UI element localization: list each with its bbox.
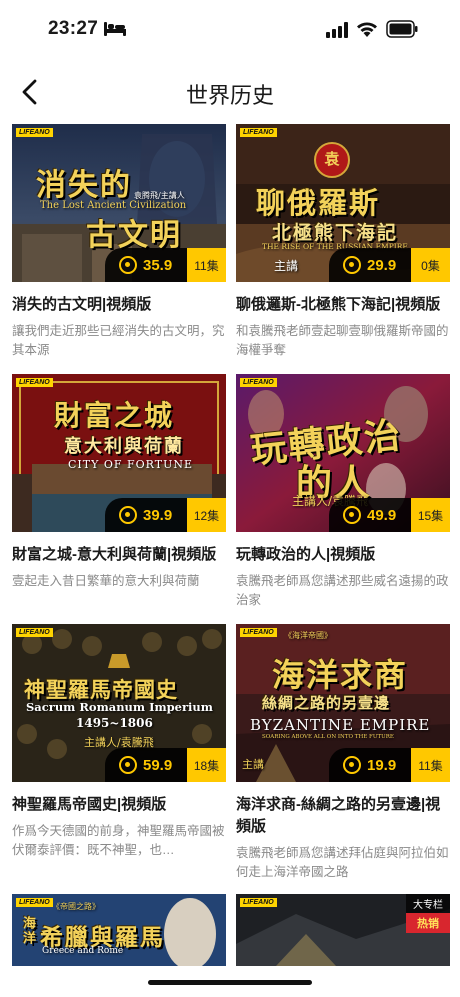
- course-cover[interactable]: LIFEANO 消失的 袁腾飛/主講人 The Lost Ancient Civ…: [12, 124, 226, 282]
- coin-icon: [119, 256, 137, 274]
- price-pill: 59.9: [105, 748, 187, 782]
- promo-hot-label: 热销: [406, 913, 450, 933]
- course-title[interactable]: 海洋求商-絲綢之路的另壹邊|視頻版: [236, 794, 450, 838]
- price: 49.9: [367, 506, 397, 524]
- cover-title-line1: 聊俄羅斯: [256, 186, 381, 220]
- course-cover[interactable]: LIFEANO 玩轉政治 的人 主講人/袁騰飛 49.9 15集: [236, 374, 450, 532]
- course-cover[interactable]: LIFEANO 《帝國之路》 海洋 希臘與羅馬 Greece and Rome: [12, 894, 226, 966]
- course-card[interactable]: LIFEANO 《帝國之路》 海洋 希臘與羅馬 Greece and Rome: [12, 894, 226, 966]
- price-pill: 39.9: [105, 498, 187, 532]
- price: 59.9: [143, 756, 173, 774]
- course-cover[interactable]: LIFEANO 《海洋帝國》 海洋求商 絲綢之路的另壹邊 BYZANTINE E…: [236, 624, 450, 782]
- course-title[interactable]: 玩轉政治的人|視頻版: [236, 544, 450, 566]
- cover-years: 1495~1806: [76, 716, 153, 730]
- course-description: 袁騰飛老師爲您講述拜佔庭與阿拉伯如何走上海洋帝國之路: [236, 846, 449, 879]
- cover-emblem: 袁: [324, 150, 340, 168]
- episode-count: 0集: [411, 248, 450, 282]
- cover-title-line2: 北極熊下海記: [272, 222, 399, 244]
- brand-logo: LIFEANO: [16, 378, 53, 387]
- coin-icon: [119, 506, 137, 524]
- course-card[interactable]: LIFEANO 神聖羅馬帝國史 Sacrum Romanum Imperium …: [12, 624, 226, 860]
- cover-tag: 《海洋帝國》: [284, 631, 332, 640]
- price-pill: 35.9: [105, 248, 187, 282]
- cover-title-line2: 意大利與荷蘭: [64, 436, 184, 457]
- hot-sale-tag: 大专栏 热销: [406, 894, 450, 933]
- course-title[interactable]: 消失的古文明|視頻版: [12, 294, 226, 316]
- episode-count: 11集: [411, 748, 450, 782]
- course-card[interactable]: LIFEANO 《海洋帝國》 海洋求商 絲綢之路的另壹邊 BYZANTINE E…: [236, 624, 450, 882]
- header: 世界历史: [0, 62, 460, 122]
- course-cover[interactable]: LIFEANO 財富之城 意大利與荷蘭 CITY OF FORTUNE 39.9…: [12, 374, 226, 532]
- cover-title-line1: 消失的: [36, 168, 132, 203]
- course-description: 和袁騰飛老師壹起聊壹聊俄羅斯帝國的海權爭奪: [236, 324, 449, 357]
- course-card[interactable]: LIFEANO 大专栏 热销: [236, 894, 450, 966]
- wifi-icon: [357, 22, 377, 37]
- brand-logo: LIFEANO: [240, 628, 277, 637]
- cover-title-line1: 海洋求商: [272, 656, 409, 694]
- episode-count: 15集: [411, 498, 450, 532]
- status-time: 23:27: [48, 18, 99, 39]
- course-title[interactable]: 財富之城-意大利與荷蘭|視頻版: [12, 544, 226, 566]
- coin-icon: [119, 756, 137, 774]
- cover-subtitle-en: Greece and Rome: [42, 946, 124, 956]
- course-description: 作爲今天德國的前身，神聖羅馬帝國被伏爾泰評價：既不神聖，也…: [12, 824, 225, 857]
- sleep-mode-icon: [104, 22, 126, 36]
- status-bar: 23:27: [0, 0, 460, 60]
- price: 29.9: [367, 256, 397, 274]
- episode-count: 12集: [187, 498, 226, 532]
- episode-count: 11集: [187, 248, 226, 282]
- course-card[interactable]: LIFEANO 玩轉政治 的人 主講人/袁騰飛 49.9 15集 玩轉政治的人|…: [236, 374, 450, 610]
- page-title: 世界历史: [185, 83, 274, 108]
- home-indicator[interactable]: [148, 980, 312, 985]
- course-cover[interactable]: LIFEANO 袁 聊俄羅斯 北極熊下海記 THE RISE OF THE RU…: [236, 124, 450, 282]
- course-cover[interactable]: LIFEANO 神聖羅馬帝國史 Sacrum Romanum Imperium …: [12, 624, 226, 782]
- brand-logo: LIFEANO: [16, 898, 53, 907]
- cover-subtitle-en: CITY OF FORTUNE: [68, 458, 194, 471]
- cover-subtitle-en: Sacrum Romanum Imperium: [26, 700, 213, 714]
- price: 19.9: [367, 756, 397, 774]
- course-card[interactable]: LIFEANO 消失的 袁腾飛/主講人 The Lost Ancient Civ…: [12, 124, 226, 360]
- cover-tag: 《帝國之路》: [52, 902, 100, 911]
- battery-icon: [386, 20, 418, 38]
- course-card[interactable]: LIFEANO 財富之城 意大利與荷蘭 CITY OF FORTUNE 39.9…: [12, 374, 226, 591]
- cover-credit: 主講: [242, 758, 264, 771]
- cellular-signal-icon: [326, 22, 348, 38]
- cover-subtitle-en2: SOARING ABOVE ALL ON INTO THE FUTURE: [262, 734, 394, 740]
- course-title[interactable]: 神聖羅馬帝國史|視頻版: [12, 794, 226, 816]
- episode-count: 18集: [187, 748, 226, 782]
- promo-column-label: 大专栏: [406, 894, 450, 913]
- cover-title-line1: 財富之城: [54, 399, 175, 432]
- brand-logo: LIFEANO: [16, 128, 53, 137]
- price-pill: 29.9: [329, 248, 411, 282]
- coin-icon: [343, 256, 361, 274]
- brand-logo: LIFEANO: [240, 378, 277, 387]
- cover-title-line2: 絲綢之路的另壹邊: [262, 694, 391, 712]
- brand-logo: LIFEANO: [240, 898, 277, 907]
- brand-logo: LIFEANO: [240, 128, 277, 137]
- course-description: 壹起走入昔日繁華的意大利與荷蘭: [12, 574, 200, 588]
- course-cover[interactable]: LIFEANO 大专栏 热销: [236, 894, 450, 966]
- cover-subtitle-en: BYZANTINE EMPIRE: [250, 716, 431, 734]
- course-card[interactable]: LIFEANO 袁 聊俄羅斯 北極熊下海記 THE RISE OF THE RU…: [236, 124, 450, 360]
- course-title[interactable]: 聊俄邏斯-北極熊下海記|視頻版: [236, 294, 450, 316]
- price: 35.9: [143, 256, 173, 274]
- coin-icon: [343, 756, 361, 774]
- price-pill: 19.9: [329, 748, 411, 782]
- course-description: 讓我們走近那些已經消失的古文明，究其本源: [12, 324, 225, 357]
- price: 39.9: [143, 506, 173, 524]
- cover-side: 海洋: [20, 916, 35, 946]
- brand-logo: LIFEANO: [16, 628, 53, 637]
- price-pill: 49.9: [329, 498, 411, 532]
- cover-credit: 主講: [274, 259, 299, 273]
- coin-icon: [343, 506, 361, 524]
- course-description: 袁騰飛老師爲您講述那些威名遠揚的政治家: [236, 574, 449, 607]
